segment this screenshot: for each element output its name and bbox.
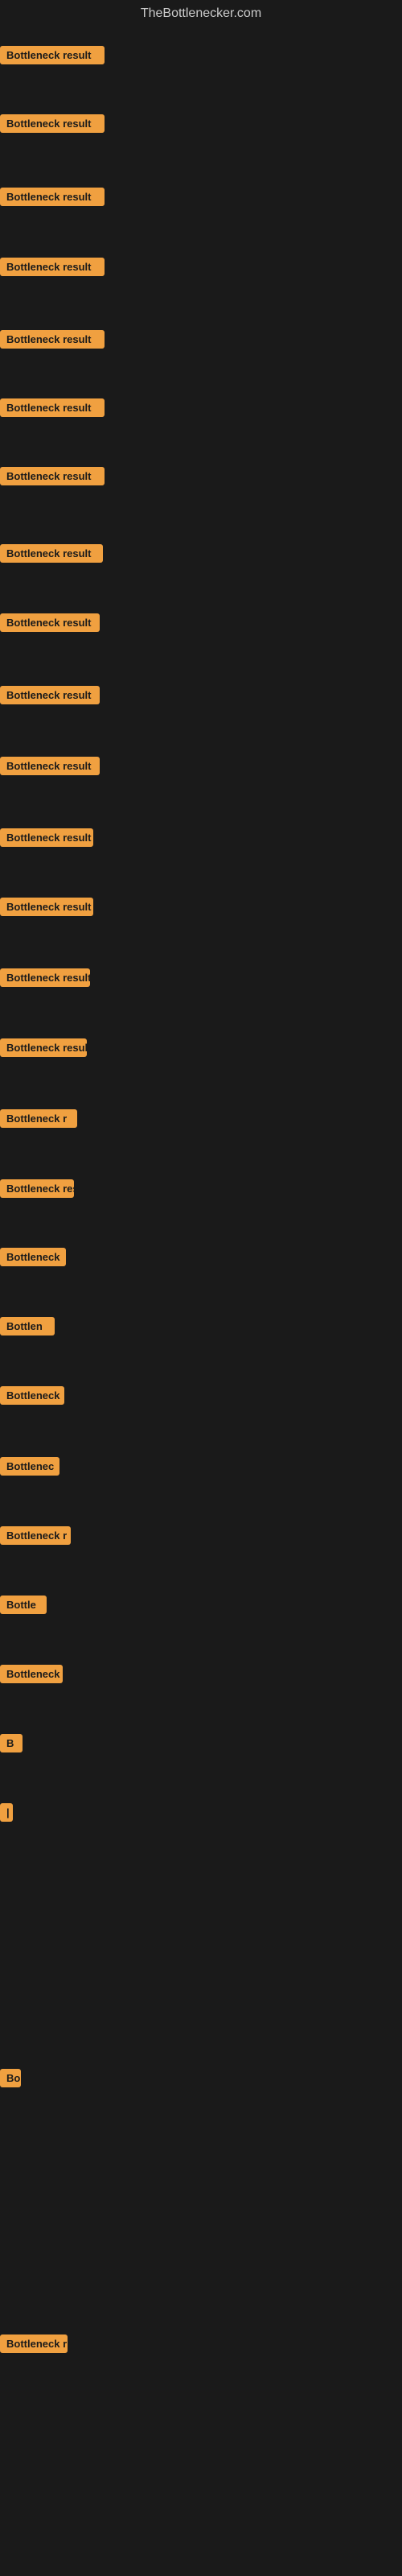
bottleneck-item-3: Bottleneck result [0, 188, 105, 206]
bottleneck-badge-28: Bottleneck r [0, 2334, 68, 2353]
bottleneck-badge-17: Bottleneck res [0, 1179, 74, 1198]
bottleneck-badge-25: B [0, 1734, 23, 1752]
bottleneck-badge-14: Bottleneck result [0, 968, 90, 987]
bottleneck-item-16: Bottleneck r [0, 1109, 77, 1128]
bottleneck-item-14: Bottleneck result [0, 968, 90, 987]
bottleneck-badge-10: Bottleneck result [0, 686, 100, 704]
bottleneck-item-17: Bottleneck res [0, 1179, 74, 1198]
bottleneck-item-28: Bottleneck r [0, 2334, 68, 2353]
bottleneck-item-7: Bottleneck result [0, 467, 105, 485]
bottleneck-badge-9: Bottleneck result [0, 613, 100, 632]
bottleneck-badge-12: Bottleneck result [0, 828, 93, 847]
bottleneck-badge-15: Bottleneck resul [0, 1038, 87, 1057]
bottleneck-item-13: Bottleneck result [0, 898, 93, 916]
bottleneck-item-6: Bottleneck result [0, 398, 105, 417]
bottleneck-item-15: Bottleneck resul [0, 1038, 87, 1057]
bottleneck-badge-18: Bottleneck [0, 1248, 66, 1266]
bottleneck-badge-13: Bottleneck result [0, 898, 93, 916]
bottleneck-badge-8: Bottleneck result [0, 544, 103, 563]
bottleneck-item-11: Bottleneck result [0, 757, 100, 775]
bottleneck-badge-26: | [0, 1803, 13, 1822]
bottleneck-item-2: Bottleneck result [0, 114, 105, 133]
bottleneck-item-24: Bottleneck [0, 1665, 63, 1683]
bottleneck-badge-7: Bottleneck result [0, 467, 105, 485]
bottleneck-item-23: Bottle [0, 1596, 47, 1614]
bottleneck-item-27: Bo [0, 2069, 21, 2087]
bottleneck-item-20: Bottleneck [0, 1386, 64, 1405]
bottleneck-badge-5: Bottleneck result [0, 330, 105, 349]
bottleneck-item-1: Bottleneck result [0, 46, 105, 64]
bottleneck-badge-20: Bottleneck [0, 1386, 64, 1405]
bottleneck-badge-16: Bottleneck r [0, 1109, 77, 1128]
bottleneck-item-12: Bottleneck result [0, 828, 93, 847]
bottleneck-item-26: | [0, 1803, 13, 1822]
bottleneck-badge-1: Bottleneck result [0, 46, 105, 64]
bottleneck-badge-24: Bottleneck [0, 1665, 63, 1683]
bottleneck-item-18: Bottleneck [0, 1248, 66, 1266]
bottleneck-badge-4: Bottleneck result [0, 258, 105, 276]
bottleneck-item-10: Bottleneck result [0, 686, 100, 704]
bottleneck-item-22: Bottleneck r [0, 1526, 71, 1545]
bottleneck-badge-23: Bottle [0, 1596, 47, 1614]
site-title: TheBottlenecker.com [0, 0, 402, 27]
bottleneck-item-8: Bottleneck result [0, 544, 103, 563]
bottleneck-badge-11: Bottleneck result [0, 757, 100, 775]
bottleneck-item-19: Bottlen [0, 1317, 55, 1335]
bottleneck-badge-2: Bottleneck result [0, 114, 105, 133]
bottleneck-badge-3: Bottleneck result [0, 188, 105, 206]
bottleneck-item-25: B [0, 1734, 23, 1752]
bottleneck-item-9: Bottleneck result [0, 613, 100, 632]
bottleneck-item-21: Bottlenec [0, 1457, 59, 1476]
bottleneck-badge-27: Bo [0, 2069, 21, 2087]
bottleneck-badge-21: Bottlenec [0, 1457, 59, 1476]
bottleneck-badge-22: Bottleneck r [0, 1526, 71, 1545]
bottleneck-badge-19: Bottlen [0, 1317, 55, 1335]
bottleneck-item-5: Bottleneck result [0, 330, 105, 349]
bottleneck-badge-6: Bottleneck result [0, 398, 105, 417]
bottleneck-item-4: Bottleneck result [0, 258, 105, 276]
